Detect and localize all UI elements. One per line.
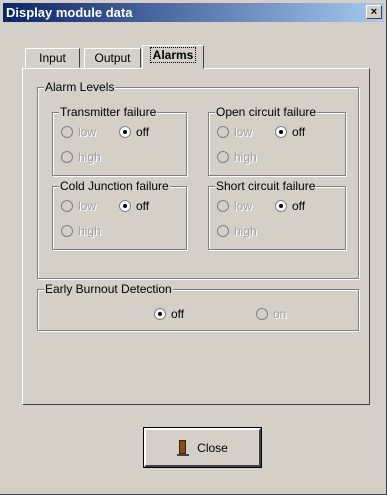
radio-label: low	[234, 199, 253, 213]
radio-dot	[61, 126, 73, 138]
burnout-on-radio: on	[256, 307, 286, 321]
tab-output[interactable]: Output	[84, 48, 141, 68]
radio-dot	[275, 126, 287, 138]
alarm-levels-legend: Alarm Levels	[44, 80, 116, 94]
alarm-levels-group: Alarm Levels Transmitter failure low off…	[37, 80, 359, 279]
cold-junction-failure-legend: Cold Junction failure	[59, 179, 170, 193]
tab-panel-alarms: Alarm Levels Transmitter failure low off…	[22, 68, 370, 405]
open-circuit-failure-legend: Open circuit failure	[215, 105, 318, 119]
radio-label: high	[78, 150, 101, 164]
radio-label: off	[136, 125, 150, 139]
radio-label: low	[78, 199, 97, 213]
early-burnout-legend: Early Burnout Detection	[44, 282, 173, 296]
radio-dot	[217, 151, 229, 163]
radio-dot	[154, 308, 166, 320]
tab-label: Input	[39, 51, 66, 65]
radio-dot	[61, 225, 73, 237]
radio-label: off	[292, 125, 306, 139]
radio-dot	[119, 126, 131, 138]
title-bar[interactable]: Display module data ×	[3, 3, 384, 22]
transmitter-high-radio: high	[61, 150, 101, 164]
cold-junction-off-radio[interactable]: off	[119, 199, 149, 213]
radio-label: high	[78, 224, 101, 238]
tab-input[interactable]: Input	[25, 48, 80, 68]
radio-dot	[61, 151, 73, 163]
radio-label: on	[273, 307, 287, 321]
early-burnout-detection-group: Early Burnout Detection off on	[37, 282, 359, 331]
short-circuit-high-radio: high	[217, 224, 257, 238]
short-circuit-failure-group: Short circuit failure low off high	[208, 179, 346, 250]
tab-label: Output	[94, 51, 131, 65]
window-close-button[interactable]: ×	[366, 5, 382, 19]
close-button[interactable]: Close	[143, 427, 262, 468]
cold-junction-low-radio: low	[61, 199, 96, 213]
transmitter-failure-legend: Transmitter failure	[59, 105, 158, 119]
door-exit-icon	[177, 439, 190, 456]
burnout-off-radio[interactable]: off	[154, 307, 184, 321]
radio-dot	[217, 126, 229, 138]
open-circuit-low-radio: low	[217, 125, 252, 139]
open-circuit-failure-group: Open circuit failure low off high	[208, 105, 346, 176]
open-circuit-off-radio[interactable]: off	[275, 125, 305, 139]
tab-label: Alarms	[149, 47, 197, 63]
radio-dot	[217, 225, 229, 237]
radio-label: off	[136, 199, 150, 213]
radio-label: off	[171, 307, 185, 321]
transmitter-low-radio: low	[61, 125, 96, 139]
close-button-label: Close	[197, 440, 228, 455]
radio-label: high	[234, 150, 257, 164]
radio-dot	[275, 200, 287, 212]
tab-alarms[interactable]: Alarms	[142, 45, 204, 69]
cold-junction-high-radio: high	[61, 224, 101, 238]
radio-dot	[119, 200, 131, 212]
window-title: Display module data	[6, 5, 133, 20]
open-circuit-high-radio: high	[217, 150, 257, 164]
radio-label: low	[78, 125, 97, 139]
radio-label: low	[234, 125, 253, 139]
transmitter-failure-group: Transmitter failure low off high	[52, 105, 187, 176]
dialog-window: Display module data × Input Output Alarm…	[0, 0, 387, 495]
radio-dot	[61, 200, 73, 212]
radio-dot	[256, 308, 268, 320]
short-circuit-low-radio: low	[217, 199, 252, 213]
short-circuit-failure-legend: Short circuit failure	[215, 179, 317, 193]
transmitter-off-radio[interactable]: off	[119, 125, 149, 139]
cold-junction-failure-group: Cold Junction failure low off high	[52, 179, 187, 250]
radio-label: high	[234, 224, 257, 238]
radio-dot	[217, 200, 229, 212]
radio-label: off	[292, 199, 306, 213]
short-circuit-off-radio[interactable]: off	[275, 199, 305, 213]
